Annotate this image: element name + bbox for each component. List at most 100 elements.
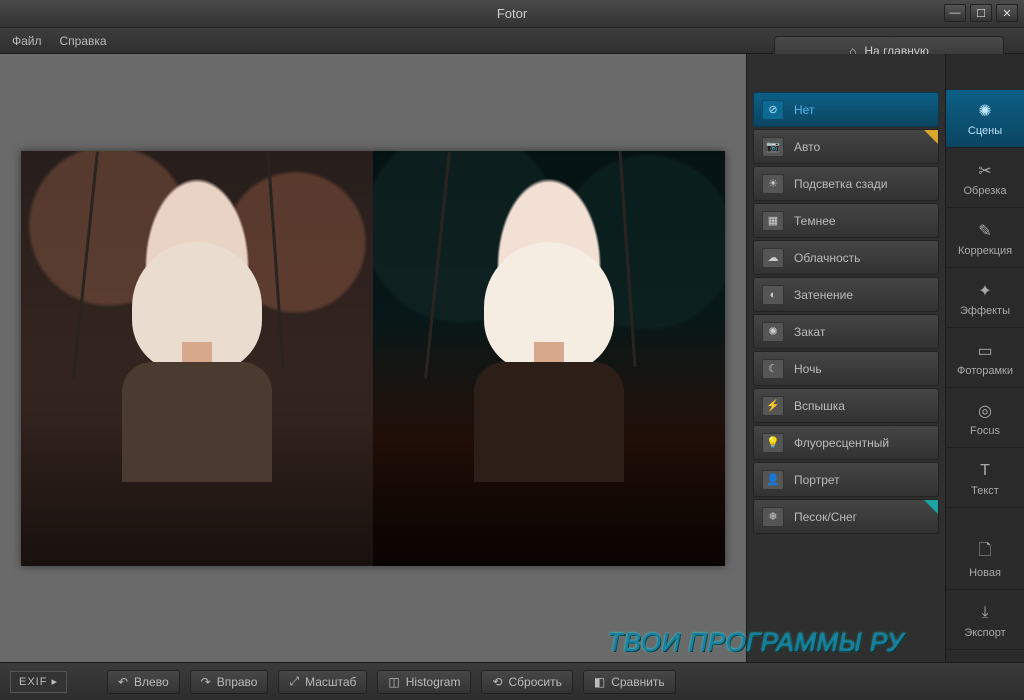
tool-label: Экспорт: [964, 627, 1005, 639]
image-processed: [373, 151, 725, 566]
image-original: [21, 151, 373, 566]
minimize-button[interactable]: —: [944, 4, 966, 22]
menu-file[interactable]: Файл: [12, 34, 42, 48]
scale-button[interactable]: ⤢ Масштаб: [278, 670, 367, 694]
tool-icon: ✦: [975, 281, 995, 301]
chevron-right-icon: ▸: [51, 675, 58, 688]
tool-rail: ✺ Сцены ✂ Обрезка ✎ Коррекция ✦ Эффекты ▭ Фоторам…: [946, 54, 1024, 662]
tool-сцены[interactable]: ✺ Сцены: [946, 90, 1024, 148]
tool-обрезка[interactable]: ✂ Обрезка: [946, 150, 1024, 208]
scene-label: Затенение: [794, 288, 853, 302]
scene-label: Портрет: [794, 473, 840, 487]
tool-label: Текст: [971, 485, 999, 497]
rotate-right-label: Вправо: [217, 675, 258, 689]
scene-item-11[interactable]: ❄ Песок/Снег: [753, 499, 939, 534]
scene-label: Авто: [794, 140, 820, 154]
scene-label: Темнее: [794, 214, 836, 228]
scene-item-8[interactable]: ⚡ Вспышка: [753, 388, 939, 423]
tool-эффекты[interactable]: ✦ Эффекты: [946, 270, 1024, 328]
scene-label: Нет: [794, 103, 814, 117]
tool-экспорт[interactable]: ⤓ Экспорт: [946, 592, 1024, 650]
canvas-area: [0, 54, 746, 662]
scene-panel: ⊘ Нет 📷 Авто ☀ Подсветка сзади ▦ Темнее ☁ Облачно…: [746, 54, 946, 662]
scene-item-4[interactable]: ☁ Облачность: [753, 240, 939, 275]
scene-item-1[interactable]: 📷 Авто: [753, 129, 939, 164]
tool-текст[interactable]: T Текст: [946, 450, 1024, 508]
scene-item-2[interactable]: ☀ Подсветка сзади: [753, 166, 939, 201]
corner-badge: [924, 500, 938, 514]
scene-label: Закат: [794, 325, 825, 339]
image-compare: [21, 151, 725, 566]
histogram-label: Histogram: [406, 675, 461, 689]
rotate-right-button[interactable]: ↷ Вправо: [190, 670, 269, 694]
scene-icon: ☀: [762, 174, 784, 194]
rotate-left-icon: ↶: [118, 675, 128, 689]
scene-item-0[interactable]: ⊘ Нет: [753, 92, 939, 127]
scene-label: Флуоресцентный: [794, 436, 889, 450]
close-button[interactable]: ✕: [996, 4, 1018, 22]
corner-badge: [924, 130, 938, 144]
scene-icon: ❄: [762, 507, 784, 527]
maximize-button[interactable]: ☐: [970, 4, 992, 22]
scene-item-5[interactable]: ◐ Затенение: [753, 277, 939, 312]
histogram-button[interactable]: ◫ Histogram: [377, 670, 471, 694]
tool-icon: ✺: [975, 101, 995, 121]
titlebar: Fotor — ☐ ✕: [0, 0, 1024, 28]
exif-label: EXIF: [19, 676, 47, 688]
scale-label: Масштаб: [305, 675, 356, 689]
scene-item-3[interactable]: ▦ Темнее: [753, 203, 939, 238]
main: ⊘ Нет 📷 Авто ☀ Подсветка сзади ▦ Темнее ☁ Облачно…: [0, 54, 1024, 662]
scene-label: Подсветка сзади: [794, 177, 887, 191]
rotate-left-label: Влево: [134, 675, 169, 689]
bottombar: EXIF ▸ ↶ Влево ↷ Вправо ⤢ Масштаб ◫ Hist…: [0, 662, 1024, 700]
scene-item-9[interactable]: 💡 Флуоресцентный: [753, 425, 939, 460]
tool-icon: T: [975, 461, 995, 481]
scale-icon: ⤢: [289, 674, 299, 689]
exif-button[interactable]: EXIF ▸: [10, 671, 67, 693]
scene-icon: ⊘: [762, 100, 784, 120]
tool-label: Новая: [969, 567, 1001, 579]
tool-label: Эффекты: [960, 305, 1010, 317]
tool-icon: ▭: [975, 341, 995, 361]
scene-icon: ☁: [762, 248, 784, 268]
rotate-right-icon: ↷: [201, 675, 211, 689]
reset-button[interactable]: ⟲ Сбросить: [481, 670, 572, 694]
tool-focus[interactable]: ◎ Focus: [946, 390, 1024, 448]
tool-label: Коррекция: [958, 245, 1012, 257]
scene-icon: 💡: [762, 433, 784, 453]
tool-icon: ✂: [975, 161, 995, 181]
compare-button[interactable]: ◧ Сравнить: [583, 670, 676, 694]
compare-label: Сравнить: [611, 675, 664, 689]
scene-label: Вспышка: [794, 399, 845, 413]
tool-label: Фоторамки: [957, 365, 1013, 377]
menu-help[interactable]: Справка: [60, 34, 107, 48]
scene-icon: ▦: [762, 211, 784, 231]
histogram-icon: ◫: [388, 675, 399, 689]
scene-label: Облачность: [794, 251, 860, 265]
tool-новая[interactable]: 🗋 Новая: [946, 532, 1024, 590]
scene-label: Ночь: [794, 362, 822, 376]
scene-icon: 📷: [762, 137, 784, 157]
scene-label: Песок/Снег: [794, 510, 857, 524]
scene-icon: 👤: [762, 470, 784, 490]
tool-label: Сцены: [968, 125, 1002, 137]
tool-label: Focus: [970, 425, 1000, 437]
window-controls: — ☐ ✕: [944, 4, 1018, 22]
scene-icon: ⚡: [762, 396, 784, 416]
rotate-left-button[interactable]: ↶ Влево: [107, 670, 180, 694]
tool-label: Обрезка: [963, 185, 1006, 197]
tool-фоторамки[interactable]: ▭ Фоторамки: [946, 330, 1024, 388]
tool-icon: ✎: [975, 221, 995, 241]
scene-icon: ✺: [762, 322, 784, 342]
tool-коррекция[interactable]: ✎ Коррекция: [946, 210, 1024, 268]
scene-item-10[interactable]: 👤 Портрет: [753, 462, 939, 497]
scene-item-7[interactable]: ☾ Ночь: [753, 351, 939, 386]
scene-item-6[interactable]: ✺ Закат: [753, 314, 939, 349]
tool-icon: 🗋: [975, 543, 995, 563]
tool-icon: ◎: [975, 401, 995, 421]
reset-label: Сбросить: [509, 675, 562, 689]
scene-icon: ☾: [762, 359, 784, 379]
scene-icon: ◐: [762, 285, 784, 305]
tool-icon: ⤓: [975, 603, 995, 623]
compare-icon: ◧: [594, 675, 605, 689]
